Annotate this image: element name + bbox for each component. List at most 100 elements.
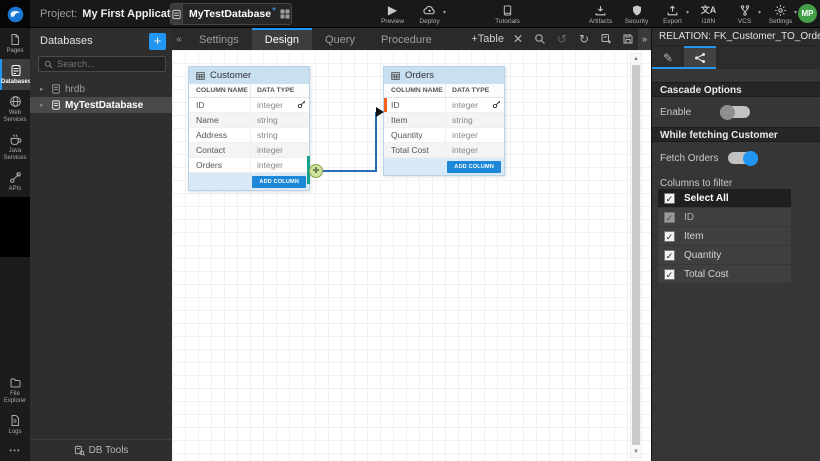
tree-item-hrdb[interactable]: ▸ hrdb	[30, 81, 172, 97]
tab-procedure[interactable]: Procedure	[368, 28, 445, 50]
rail-item-logs[interactable]: Logs	[0, 409, 30, 440]
vcs-button[interactable]: VCS ▾	[730, 2, 759, 25]
user-avatar[interactable]: MP	[798, 4, 817, 23]
table-row[interactable]: Quantity integer	[384, 128, 504, 143]
design-canvas[interactable]: Customer COLUMN NAME DATA TYPE ID intege…	[172, 50, 651, 461]
table-row[interactable]: Name string	[189, 113, 309, 128]
zoom-search-icon[interactable]	[532, 33, 548, 45]
tab-relation-options[interactable]	[684, 46, 716, 67]
add-column-button[interactable]: ADD COLUMN	[447, 161, 501, 173]
databases-panel-header: Databases +	[30, 28, 172, 54]
checkbox-icon[interactable]: ✓	[664, 250, 675, 261]
cascade-options-header: Cascade Options	[652, 82, 820, 97]
table-title: Orders	[405, 70, 434, 81]
open-artifact-tab[interactable]: MyTestDatabase *	[170, 3, 292, 25]
preview-button[interactable]: ▶ Preview	[378, 2, 407, 25]
filter-label: ID	[684, 212, 694, 223]
table-header[interactable]: Orders	[384, 67, 504, 84]
table-row[interactable]: Item string	[384, 113, 504, 128]
collapse-panel-button[interactable]: «	[172, 28, 186, 50]
settings-button[interactable]: Settings ▾	[766, 2, 795, 25]
gear-icon	[774, 4, 787, 17]
filter-row-quantity[interactable]: ✓ Quantity	[658, 246, 791, 264]
coffee-icon	[9, 133, 22, 146]
rail-item-pages[interactable]: Pages	[0, 28, 30, 59]
search-input[interactable]	[57, 59, 157, 70]
rail-item-java-services[interactable]: Java Services	[0, 128, 30, 166]
rail-spacer	[0, 197, 30, 257]
branch-icon	[739, 4, 751, 17]
table-customer[interactable]: Customer COLUMN NAME DATA TYPE ID intege…	[188, 66, 310, 191]
add-database-button[interactable]: +	[149, 33, 166, 50]
expand-right-panel-button[interactable]: »	[638, 28, 651, 50]
filter-row-select-all[interactable]: ✓ Select All	[658, 189, 791, 207]
artifact-tab-label[interactable]: MyTestDatabase	[183, 8, 271, 20]
columns-filter-list: ✓ Select All ✓ ID ✓ Item ✓ Quantity ✓ To…	[658, 189, 791, 284]
relation-drag-handle[interactable]: ✛	[309, 164, 323, 178]
i18n-button[interactable]: 文A i18N	[694, 2, 723, 25]
table-header[interactable]: Customer	[189, 67, 309, 84]
tab-design[interactable]: Design	[252, 28, 312, 50]
add-column-button[interactable]: ADD COLUMN	[252, 176, 306, 188]
undo-icon[interactable]: ↺	[554, 32, 570, 46]
table-row[interactable]: Contact integer	[189, 143, 309, 158]
enable-toggle[interactable]	[720, 106, 750, 118]
canvas-vertical-scrollbar[interactable]: ▲ ▼	[630, 53, 642, 458]
filter-label: Total Cost	[684, 269, 728, 280]
while-fetching-header: While fetching Customer	[652, 127, 820, 142]
editor-tab-bar: « Settings Design Query Procedure +Table…	[172, 28, 651, 50]
tutorials-button[interactable]: Tutorials	[493, 2, 522, 25]
deploy-button[interactable]: Deploy ▾	[415, 2, 444, 25]
filter-row-total-cost[interactable]: ✓ Total Cost	[658, 265, 791, 283]
delete-icon[interactable]: ✕	[510, 32, 526, 46]
tree-item-mytestdatabase[interactable]: ▸ MyTestDatabase	[30, 97, 172, 113]
add-table-button[interactable]: +Table	[471, 33, 504, 45]
tab-settings[interactable]: Settings	[186, 28, 252, 50]
tab-query[interactable]: Query	[312, 28, 368, 50]
filter-row-item[interactable]: ✓ Item	[658, 227, 791, 245]
app-logo[interactable]	[0, 0, 30, 28]
table-row[interactable]: Address string	[189, 128, 309, 143]
checkbox-icon[interactable]: ✓	[664, 193, 675, 204]
expand-arrow-icon[interactable]: ▸	[40, 85, 47, 93]
checkbox-icon[interactable]: ✓	[664, 231, 675, 242]
scroll-down-icon[interactable]: ▼	[631, 447, 641, 457]
expand-arrow-icon[interactable]: ▸	[40, 101, 47, 109]
caret-down-icon: ▾	[443, 9, 446, 16]
security-button[interactable]: Security	[622, 2, 651, 25]
database-search[interactable]	[38, 56, 166, 72]
rail-item-file-explorer[interactable]: File Explorer	[0, 372, 30, 409]
more-icon[interactable]: •••	[0, 440, 30, 459]
caret-down-icon: ▾	[758, 9, 761, 16]
globe-icon	[9, 95, 22, 108]
book-icon	[502, 4, 513, 17]
table-row[interactable]: ID integer	[189, 98, 309, 113]
table-row-fk-target[interactable]: ID integer	[384, 98, 504, 113]
unsaved-indicator: *	[272, 6, 276, 17]
filter-label: Select All	[684, 193, 729, 204]
table-icon	[390, 71, 401, 81]
caret-down-icon: ▾	[686, 9, 689, 16]
db-sync-icon[interactable]	[598, 33, 614, 45]
fetch-orders-toggle[interactable]	[728, 152, 758, 164]
toggle-knob	[743, 151, 758, 166]
save-icon[interactable]	[620, 33, 636, 45]
table-row[interactable]: Orders integer	[189, 158, 309, 173]
db-tools-button[interactable]: DB Tools	[30, 439, 172, 461]
export-button[interactable]: Export ▾	[658, 2, 687, 25]
scrollbar-thumb[interactable]	[632, 65, 640, 445]
scroll-up-icon[interactable]: ▲	[631, 54, 641, 64]
artifacts-button[interactable]: Artifacts	[586, 2, 615, 25]
redo-icon[interactable]: ↻	[576, 32, 592, 46]
rail-item-web-services[interactable]: Web Services	[0, 90, 30, 128]
page-icon	[9, 33, 21, 46]
checkbox-icon[interactable]: ✓	[664, 269, 675, 280]
rail-item-databases[interactable]: Databases	[0, 59, 30, 90]
filter-row-id[interactable]: ✓ ID	[658, 208, 791, 226]
artifact-list-icon[interactable]	[279, 8, 291, 20]
table-orders[interactable]: Orders COLUMN NAME DATA TYPE ID integer …	[383, 66, 505, 176]
table-row[interactable]: Total Cost integer	[384, 143, 504, 158]
tab-edit-relation[interactable]: ✎	[652, 46, 684, 67]
rail-item-apis[interactable]: APIs	[0, 166, 30, 197]
topbar-left-actions: ▶ Preview Deploy ▾	[378, 2, 444, 25]
